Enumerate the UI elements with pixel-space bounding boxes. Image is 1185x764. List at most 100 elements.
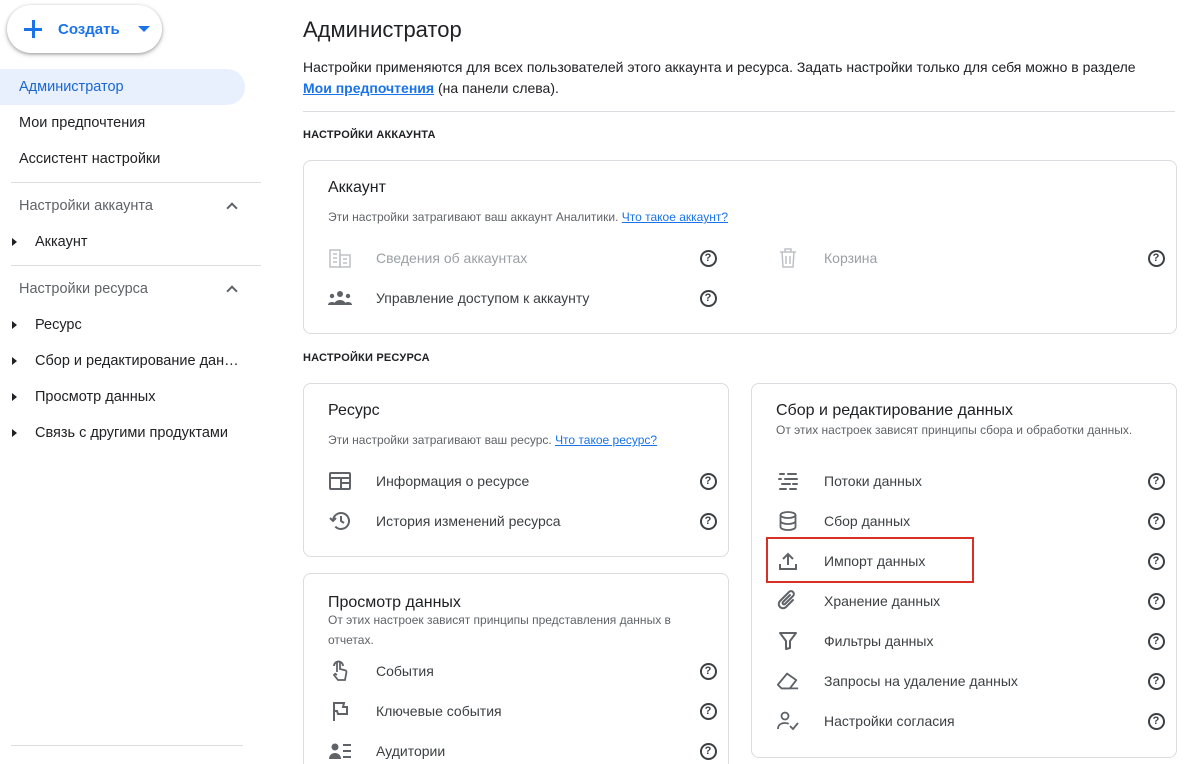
help-icon[interactable]: ?	[699, 702, 717, 720]
row-key-events[interactable]: Ключевые события ?	[304, 691, 728, 731]
help-icon[interactable]: ?	[699, 472, 717, 490]
row-data-import[interactable]: Импорт данных ?	[752, 541, 1176, 581]
row-data-filters[interactable]: Фильтры данных ?	[752, 621, 1176, 661]
sidebar-divider	[11, 265, 261, 266]
description-suffix: (на панели слева).	[437, 80, 559, 96]
row-audiences[interactable]: Аудитории ?	[304, 731, 728, 764]
help-icon[interactable]: ?	[1147, 672, 1165, 690]
database-icon	[776, 509, 800, 533]
page-description: Настройки применяются для всех пользоват…	[303, 57, 1163, 99]
section-label-property: НАСТРОЙКИ РЕСУРСА	[303, 352, 430, 364]
help-icon[interactable]: ?	[1147, 512, 1165, 530]
tree-item-data-collection[interactable]: Сбор и редактирование данных	[0, 346, 255, 376]
page-title: Администратор	[303, 17, 462, 42]
row-property-info[interactable]: Информация о ресурсе ?	[304, 461, 728, 501]
touch-icon	[328, 659, 352, 683]
my-preferences-link[interactable]: Мои предпочтения	[303, 80, 434, 96]
property-info-icon	[328, 469, 352, 493]
card-subtitle-text: Эти настройки затрагивают ваш ресурс.	[328, 433, 552, 447]
triangle-right-icon	[12, 238, 17, 246]
account-settings-toggle[interactable]: Настройки аккаунта	[19, 191, 239, 221]
account-settings-label: Настройки аккаунта	[19, 198, 153, 214]
help-icon[interactable]: ?	[1147, 552, 1165, 570]
card-subtitle: Эти настройки затрагивают ваш аккаунт Ан…	[328, 207, 728, 227]
help-icon[interactable]: ?	[699, 662, 717, 680]
card-title: Сбор и редактирование данных	[776, 402, 1014, 419]
history-icon	[328, 509, 352, 533]
create-label: Создать	[58, 20, 120, 38]
trash-icon	[776, 246, 800, 270]
row-consent-settings[interactable]: Настройки согласия ?	[752, 701, 1176, 741]
streams-icon	[776, 469, 800, 493]
what-is-account-link[interactable]: Что такое аккаунт?	[622, 210, 728, 224]
card-subtitle: Эти настройки затрагивают ваш ресурс. Чт…	[328, 430, 657, 450]
property-settings-toggle[interactable]: Настройки ресурса	[19, 274, 239, 304]
row-label: Корзина	[824, 250, 878, 266]
tree-item-label: Просмотр данных	[35, 389, 156, 405]
flag-icon	[328, 699, 352, 723]
tree-item-product-links[interactable]: Связь с другими продуктами	[0, 418, 255, 448]
help-icon[interactable]: ?	[1147, 712, 1165, 730]
row-account-details[interactable]: Сведения об аккаунтах ?	[304, 238, 728, 278]
help-icon[interactable]: ?	[699, 512, 717, 530]
help-icon[interactable]: ?	[699, 742, 717, 760]
header-divider	[303, 111, 1175, 112]
people-icon	[328, 286, 352, 310]
row-account-access[interactable]: Управление доступом к аккаунту ?	[304, 278, 728, 318]
nav-admin[interactable]: Администратор	[0, 69, 245, 105]
help-icon[interactable]: ?	[699, 249, 717, 267]
row-label: Управление доступом к аккаунту	[376, 290, 590, 306]
row-events[interactable]: События ?	[304, 651, 728, 691]
row-label: События	[376, 663, 434, 679]
row-label: Фильтры данных	[824, 633, 934, 649]
row-data-collection[interactable]: Сбор данных ?	[752, 501, 1176, 541]
triangle-right-icon	[12, 429, 17, 437]
row-deletion-requests[interactable]: Запросы на удаление данных ?	[752, 661, 1176, 701]
help-icon[interactable]: ?	[1147, 472, 1165, 490]
row-data-streams[interactable]: Потоки данных ?	[752, 461, 1176, 501]
description-text: Настройки применяются для всех пользоват…	[303, 59, 1136, 75]
card-title: Ресурс	[328, 402, 380, 419]
tree-item-label: Сбор и редактирование данных	[35, 353, 243, 369]
paperclip-icon	[776, 589, 800, 613]
row-label: Сведения об аккаунтах	[376, 250, 528, 266]
property-card: Ресурс Эти настройки затрагивают ваш рес…	[303, 383, 729, 557]
filter-icon	[776, 629, 800, 653]
card-subtitle: От этих настроек зависят принципы предст…	[328, 613, 671, 647]
row-property-history[interactable]: История изменений ресурса ?	[304, 501, 728, 541]
section-label-account: НАСТРОЙКИ АККАУНТА	[303, 129, 436, 141]
sidebar: Создать Администратор Мои предпочтения А…	[0, 0, 261, 764]
tree-item-label: Ресурс	[35, 317, 82, 333]
tree-item-property[interactable]: Ресурс	[0, 310, 255, 340]
property-settings-label: Настройки ресурса	[19, 281, 148, 297]
plus-icon	[23, 19, 43, 39]
row-label: Ключевые события	[376, 703, 502, 719]
help-icon[interactable]: ?	[1147, 632, 1165, 650]
row-data-retention[interactable]: Хранение данных ?	[752, 581, 1176, 621]
row-label: Информация о ресурсе	[376, 473, 530, 489]
account-card: Аккаунт Эти настройки затрагивают ваш ак…	[303, 160, 1177, 334]
chevron-up-icon	[226, 202, 238, 214]
consent-icon	[776, 709, 800, 733]
help-icon[interactable]: ?	[1147, 592, 1165, 610]
triangle-right-icon	[12, 393, 17, 401]
eraser-icon	[776, 669, 800, 693]
card-subtitle: От этих настроек зависят принципы сбора …	[776, 423, 1133, 437]
row-trash[interactable]: Корзина ?	[752, 238, 1176, 278]
create-button[interactable]: Создать	[7, 5, 162, 53]
help-icon[interactable]: ?	[1147, 249, 1165, 267]
row-label: Потоки данных	[824, 473, 922, 489]
nav-my-preferences[interactable]: Мои предпочтения	[0, 105, 145, 141]
tree-item-account[interactable]: Аккаунт	[0, 227, 255, 257]
what-is-property-link[interactable]: Что такое ресурс?	[555, 433, 657, 447]
tree-item-data-display[interactable]: Просмотр данных	[0, 382, 255, 412]
triangle-right-icon	[12, 357, 17, 365]
tree-item-label: Аккаунт	[35, 234, 88, 250]
row-label: Хранение данных	[824, 593, 941, 609]
row-label: Настройки согласия	[824, 713, 955, 729]
audience-icon	[328, 739, 352, 763]
help-icon[interactable]: ?	[699, 289, 717, 307]
building-icon	[328, 246, 352, 270]
nav-setup-assistant[interactable]: Ассистент настройки	[0, 141, 160, 177]
sidebar-divider	[11, 745, 243, 746]
